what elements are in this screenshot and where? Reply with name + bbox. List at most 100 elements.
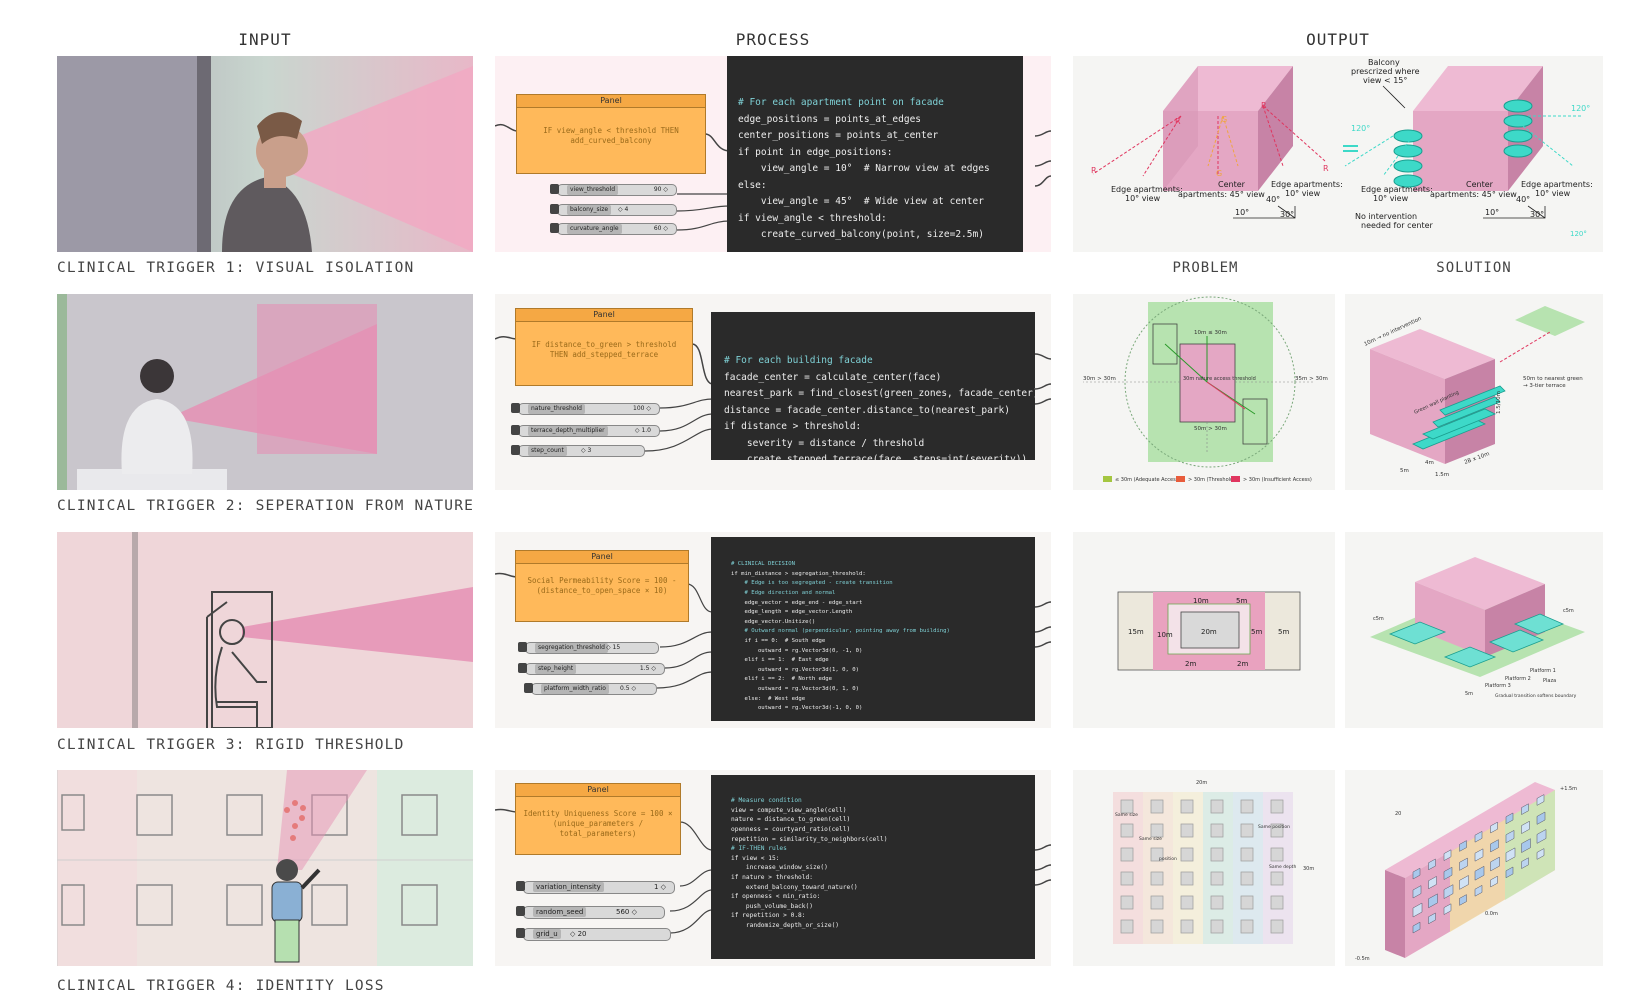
panel-title: Panel <box>516 784 680 797</box>
label-center: apartments: 45° view <box>1178 190 1265 199</box>
slider-knob[interactable] <box>511 425 520 435</box>
label-dim: 5m <box>1236 597 1247 605</box>
label-threshold: 30m nature access threshold <box>1183 376 1256 382</box>
code-line: outward = rg.Vector3d(0, 1, 0) <box>731 685 859 692</box>
label-same: Same size <box>1139 836 1162 842</box>
window <box>1240 823 1254 838</box>
code-line: randomize_depth_or_size() <box>731 921 840 929</box>
slider-value: 90 ◇ <box>653 186 668 193</box>
code-line: view_angle = 45° # Wide view at center <box>738 196 984 207</box>
slider-terrace-depth[interactable]: terrace_depth_multiplier ◇ 1.0 <box>511 425 660 437</box>
label-step: 1.5m <box>1435 472 1449 478</box>
slider-variation-intensity[interactable]: variation_intensity 1 ◇ <box>516 881 675 894</box>
legend-adequate: ≤ 30m (Adequate Access) <box>1115 477 1180 483</box>
label-height: 30m <box>1303 866 1314 872</box>
slider-knob[interactable] <box>511 403 520 413</box>
slider-label: step_count <box>528 446 567 456</box>
slider-value: ◇ 3 <box>581 447 592 454</box>
window <box>1270 799 1284 814</box>
window <box>1120 895 1134 910</box>
window <box>1120 847 1134 862</box>
label-balcony: Balcony <box>1368 58 1400 67</box>
slider-knob[interactable] <box>550 204 559 214</box>
input-illustration-4 <box>57 770 473 966</box>
label-plus: +1.5m <box>1560 786 1577 792</box>
label-edge: 10° view <box>1125 194 1161 203</box>
header-solution: SOLUTION <box>1436 260 1512 276</box>
slider-value: ◇ 15 <box>606 644 621 651</box>
slider-knob[interactable] <box>516 881 525 891</box>
label-edge: 10° view <box>1535 189 1571 198</box>
label-terrace: → 3-tier terrace <box>1523 383 1566 389</box>
slider-knob[interactable] <box>550 223 559 233</box>
label-g: G <box>1216 169 1222 178</box>
caption-trigger-2: CLINICAL TRIGGER 2: SEPERATION FROM NATU… <box>57 498 475 514</box>
label-angle: 40° <box>1266 195 1280 204</box>
code-line: facade_center = calculate_center(face) <box>724 371 942 383</box>
slider-knob[interactable] <box>516 928 525 938</box>
label-5m: 5m <box>1465 691 1473 697</box>
label-height: 1.5/10m <box>1496 391 1502 414</box>
legend-insufficient: > 30m (Insufficient Access) <box>1243 477 1312 483</box>
slider-label: view_threshold <box>567 185 619 195</box>
slider-step-height[interactable]: step_height 1.5 ◇ <box>518 663 665 675</box>
code-line: openness = courtyard_ratio(cell) <box>731 825 851 833</box>
label-c5m: c5m <box>1563 608 1574 614</box>
panel-title: Panel <box>516 551 688 564</box>
slider-random-seed[interactable]: random_seed 560 ◇ <box>516 906 665 919</box>
slider-knob[interactable] <box>550 184 559 194</box>
window <box>1240 799 1254 814</box>
window <box>1150 919 1164 934</box>
slider-knob[interactable] <box>518 663 527 673</box>
slider-balcony-size[interactable]: balcony_size ◇ 4 <box>550 204 677 216</box>
slider-nature-threshold[interactable]: nature_threshold 100 ◇ <box>511 403 660 415</box>
code-line: if repetition > 0.8: <box>731 912 806 920</box>
label-no-intervention: needed for center <box>1361 221 1434 230</box>
code-line: else: # West edge <box>731 695 806 702</box>
window <box>1270 895 1284 910</box>
code-line: edge_length = edge_vector.Length <box>731 609 853 616</box>
logic-panel-3[interactable]: Panel Social Permeability Score = 100 - … <box>515 550 689 622</box>
panel-text: IF distance_to_green > threshold THEN ad… <box>531 340 677 359</box>
logic-panel-4[interactable]: Panel Identity Uniqueness Score = 100 × … <box>515 783 681 855</box>
label-same: Same position <box>1258 824 1290 830</box>
slider-knob[interactable] <box>511 445 520 455</box>
legend-threshold: > 30m (Threshold) <box>1188 477 1235 483</box>
label-platform: Platform 3 <box>1485 683 1511 689</box>
logic-panel-2[interactable]: Panel IF distance_to_green > threshold T… <box>515 308 693 386</box>
code-block-1: # For each apartment point on facade edge… <box>727 56 1023 252</box>
slider-knob[interactable] <box>516 906 525 916</box>
code-line: elif i == 2: # North edge <box>731 676 833 683</box>
input-illustration-2 <box>57 294 473 490</box>
code-line: view_angle = 10° # Narrow view at edges <box>738 163 990 174</box>
code-line: if point in edge_positions: <box>738 146 893 158</box>
label-platform: Platform 1 <box>1530 668 1556 674</box>
window <box>1120 823 1134 838</box>
label-dim: 2m <box>1237 660 1248 668</box>
slider-step-count[interactable]: step_count ◇ 3 <box>511 445 645 457</box>
code-block-2: # For each building facade facade_center … <box>711 312 1035 460</box>
label-angle: 10° <box>1485 208 1499 217</box>
solution-row-2: 10m → no intervention 50m to nearest gre… <box>1345 294 1603 490</box>
slider-knob[interactable] <box>518 642 527 652</box>
code-line: outward = rg.Vector3d(-1, 0, 0) <box>731 705 863 712</box>
window <box>1210 799 1224 814</box>
logic-panel-1[interactable]: Panel IF view_angle < threshold THEN add… <box>516 94 706 174</box>
slider-segregation-threshold[interactable]: segregation_threshold ◇ 15 <box>518 642 659 654</box>
label-120: 120° <box>1351 124 1370 133</box>
slider-platform-width[interactable]: platform_width_ratio 0.5 ◇ <box>524 683 657 695</box>
slider-value: ◇ 1.0 <box>634 427 651 434</box>
slider-view-threshold[interactable]: view_threshold 90 ◇ <box>550 184 677 196</box>
slider-knob[interactable] <box>524 683 533 693</box>
code-line: nearest_park = find_closest(green_zones,… <box>724 388 1035 399</box>
solution-row-3: c5m c5m Platform 1 Platform 2 Plaza Plat… <box>1345 532 1603 728</box>
code-line: view = compute_view_angle(cell) <box>731 806 847 814</box>
window <box>1240 871 1254 886</box>
input-illustration-3 <box>57 532 473 728</box>
slider-grid-u[interactable]: grid_u ◇ 20 <box>516 928 671 941</box>
slider-label: random_seed <box>533 907 587 917</box>
label-same: Same size <box>1115 812 1138 818</box>
label-balcony: prescrized where <box>1351 67 1420 76</box>
slider-curvature-angle[interactable]: curvature_angle 60 ◇ <box>550 223 677 235</box>
label-g: G <box>1221 115 1227 124</box>
